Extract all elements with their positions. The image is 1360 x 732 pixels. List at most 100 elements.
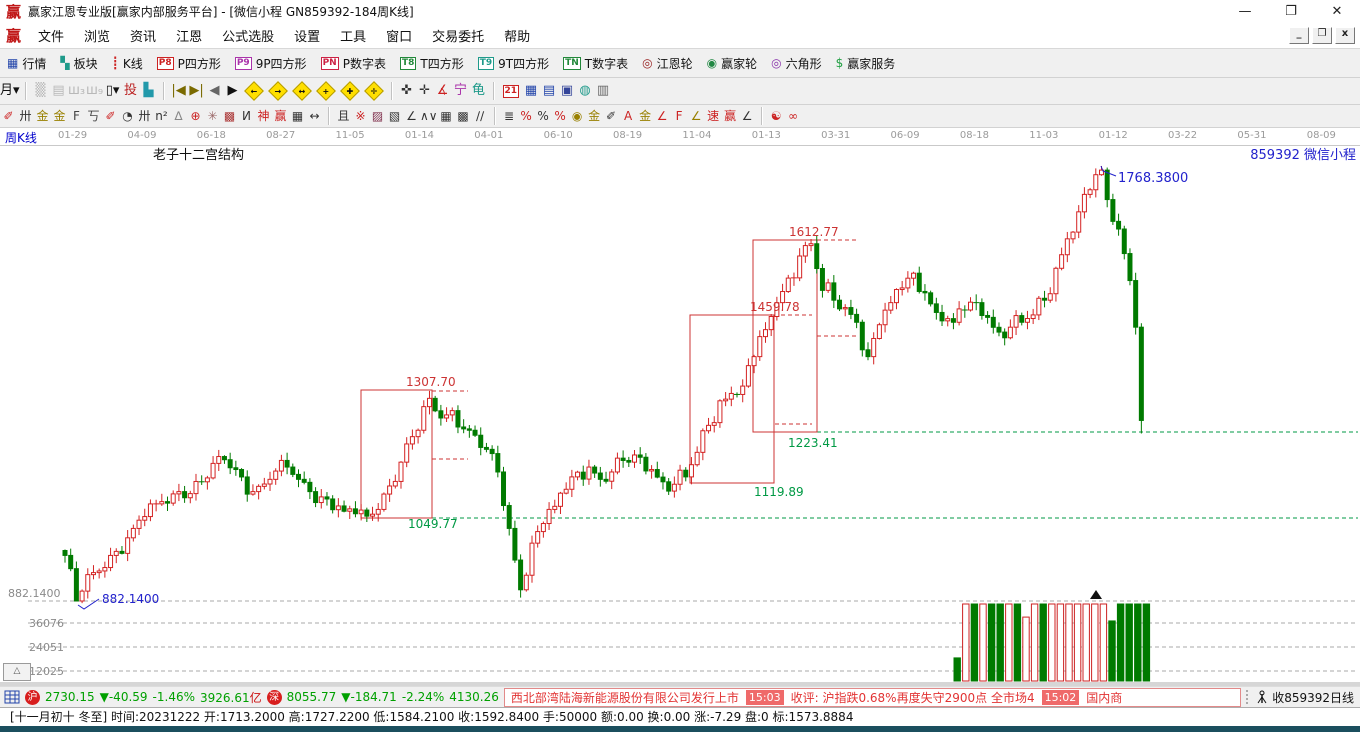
misc-angle-icon[interactable]: ∠ xyxy=(739,107,756,125)
spiral-icon[interactable]: 丂 xyxy=(85,107,102,125)
shaded-box-icon[interactable]: ▨ xyxy=(369,107,386,125)
toolbar-9t-square-button[interactable]: T9 9T四方形 xyxy=(471,55,556,72)
toolbar-winner-wheel-button[interactable]: ◉ 赢家轮 xyxy=(700,55,765,72)
disabled-bars3-icon[interactable]: ш₃ xyxy=(68,81,86,101)
disabled-overlay-icon[interactable]: ▒ xyxy=(32,81,50,101)
menu-item-浏览[interactable]: 浏览 xyxy=(74,26,120,45)
next-bar-icon[interactable]: ▶ xyxy=(224,81,242,101)
number-grid-icon[interactable]: ▦ xyxy=(289,107,306,125)
chart-area[interactable]: 882.1400 36076 24051 12025 1768.3800 1612.77 1… xyxy=(0,146,1360,686)
save-icon[interactable]: ▣ xyxy=(558,81,576,101)
shen-grid-icon[interactable]: 神 xyxy=(255,107,272,125)
period-month-dropdown[interactable]: 月▾ xyxy=(0,81,20,101)
toolbar-sectors-button[interactable]: ▚ 板块 xyxy=(53,55,104,72)
purple-tool-icon[interactable]: 宁 xyxy=(452,81,470,101)
toolbar-kline-button[interactable]: ┋ K线 xyxy=(105,55,150,72)
toolbar-gann-wheel-button[interactable]: ◎ 江恩轮 xyxy=(635,55,700,72)
diamond-both-icon[interactable]: ↔ xyxy=(291,81,312,101)
speed-line-icon[interactable]: 速 xyxy=(705,107,722,125)
quote-table-icon[interactable] xyxy=(4,690,20,704)
column-tool-icon[interactable]: 且 xyxy=(335,107,352,125)
matrix-icon[interactable]: ▦ xyxy=(438,107,455,125)
crosshair-icon[interactable]: ✛ xyxy=(416,81,434,101)
infinity-icon[interactable]: ∞ xyxy=(785,107,802,125)
minimize-button[interactable]: — xyxy=(1222,4,1268,19)
colored-chart-icon[interactable]: ▙ xyxy=(140,81,158,101)
win-grid-icon[interactable]: 赢 xyxy=(272,107,289,125)
diamond-left-icon[interactable]: ← xyxy=(243,81,264,101)
candle-style-dropdown[interactable]: ▯▾ xyxy=(104,81,122,101)
menu-item-文件[interactable]: 文件 xyxy=(28,26,74,45)
menu-item-设置[interactable]: 设置 xyxy=(284,26,330,45)
toolbar-p-number-table-button[interactable]: PN P数字表 xyxy=(314,55,393,72)
candlestick-chart[interactable]: 882.1400 36076 24051 12025 1768.3800 1612.77 1… xyxy=(0,146,1360,686)
menu-item-帮助[interactable]: 帮助 xyxy=(494,26,540,45)
gold-slope-icon[interactable]: ∠ xyxy=(688,107,705,125)
diamond-plus-icon[interactable]: + xyxy=(315,81,336,101)
mdi-close-button[interactable]: x xyxy=(1335,26,1355,44)
levels-list-icon[interactable]: ≣ xyxy=(501,107,518,125)
percent-retrace-icon[interactable]: % xyxy=(518,107,535,125)
zigzag-tool-icon[interactable]: И xyxy=(238,107,255,125)
grid-lines-icon[interactable]: 卅 xyxy=(17,107,34,125)
disabled-list-icon[interactable]: ▤ xyxy=(50,81,68,101)
gold-angle-icon[interactable]: 金 xyxy=(637,107,654,125)
menu-item-资讯[interactable]: 资讯 xyxy=(120,26,166,45)
disabled-bars9-icon[interactable]: ш₉ xyxy=(86,81,104,101)
mdi-minimize-button[interactable]: _ xyxy=(1289,26,1309,44)
angle-measure-icon[interactable]: ∡ xyxy=(434,81,452,101)
close-button[interactable]: ✕ xyxy=(1314,4,1360,19)
diamond-expand-icon[interactable]: ✚ xyxy=(339,81,360,101)
volume-pane-toggle-button[interactable]: △ xyxy=(3,663,31,681)
wave-tool-icon[interactable]: ∧∨ xyxy=(420,107,438,125)
mark-pen-icon[interactable]: ✐ xyxy=(603,107,620,125)
parallel-lines-icon[interactable]: ∕∕ xyxy=(472,107,489,125)
angle-lines-icon[interactable]: ∠ xyxy=(403,107,420,125)
last-bar-icon[interactable]: ▶| xyxy=(188,81,206,101)
menu-item-江恩[interactable]: 江恩 xyxy=(166,26,212,45)
win-angle-icon[interactable]: 赢 xyxy=(722,107,739,125)
percent-icon[interactable]: % xyxy=(535,107,552,125)
pan-hand-icon[interactable]: ✜ xyxy=(398,81,416,101)
gann-circle-icon[interactable]: ⊕ xyxy=(187,107,204,125)
toolbar-winner-service-button[interactable]: $ 赢家服务 xyxy=(829,55,903,72)
calendar-icon[interactable]: 21 xyxy=(502,84,520,98)
menu-item-交易委托[interactable]: 交易委托 xyxy=(422,26,494,45)
ticker-time-badge[interactable]: 15:02 xyxy=(1041,689,1080,705)
draw-pen-icon[interactable]: ✐ xyxy=(0,107,17,125)
shade-grid-icon[interactable]: ▩ xyxy=(221,107,238,125)
square-number-icon[interactable]: n² xyxy=(153,107,170,125)
toolbar-quotes-button[interactable]: ▦ 行情 xyxy=(0,55,53,72)
toolbar-p-square-button[interactable]: P8 P四方形 xyxy=(150,55,228,72)
menu-item-窗口[interactable]: 窗口 xyxy=(376,26,422,45)
diamond-right-icon[interactable]: → xyxy=(267,81,288,101)
fibonacci-grid-icon[interactable]: F xyxy=(68,107,85,125)
brush-icon[interactable]: ✐ xyxy=(102,107,119,125)
circle-degree-icon[interactable]: ◔ xyxy=(119,107,136,125)
diamond-cross-icon[interactable]: ✛ xyxy=(363,81,384,101)
shanghai-index-icon[interactable]: 沪 xyxy=(25,689,40,705)
percent-line-icon[interactable]: % xyxy=(552,107,569,125)
calculator-icon[interactable]: ▦ xyxy=(522,81,540,101)
gold-circle-icon[interactable]: ◉ xyxy=(569,107,586,125)
report-icon[interactable]: 投 xyxy=(122,81,140,101)
first-bar-icon[interactable]: |◀ xyxy=(170,81,188,101)
ticker-splitter[interactable] xyxy=(1246,690,1251,704)
toolbar-t-square-button[interactable]: T8 T四方形 xyxy=(393,55,471,72)
turtle-tool-icon[interactable]: 龟 xyxy=(470,81,488,101)
menu-item-工具[interactable]: 工具 xyxy=(330,26,376,45)
restore-button[interactable]: ❐ xyxy=(1268,4,1314,19)
notes-icon[interactable]: ▤ xyxy=(540,81,558,101)
time-grid-icon[interactable]: 卅 xyxy=(136,107,153,125)
j-angle-icon[interactable]: ∠ xyxy=(654,107,671,125)
ray-fan-icon[interactable]: ※ xyxy=(352,107,369,125)
print-icon[interactable]: ▥ xyxy=(594,81,612,101)
range-arrows-icon[interactable]: ↔ xyxy=(306,107,323,125)
triangle-tool-icon[interactable]: ∆ xyxy=(170,107,187,125)
dense-grid-icon[interactable]: ▩ xyxy=(455,107,472,125)
toolbar-t-number-table-button[interactable]: TN T数字表 xyxy=(556,55,635,72)
a-angle-icon[interactable]: A xyxy=(620,107,637,125)
gold-grid2-icon[interactable]: 金 xyxy=(51,107,68,125)
data-globe-icon[interactable]: ◍ xyxy=(576,81,594,101)
star-web-icon[interactable]: ✳ xyxy=(204,107,221,125)
